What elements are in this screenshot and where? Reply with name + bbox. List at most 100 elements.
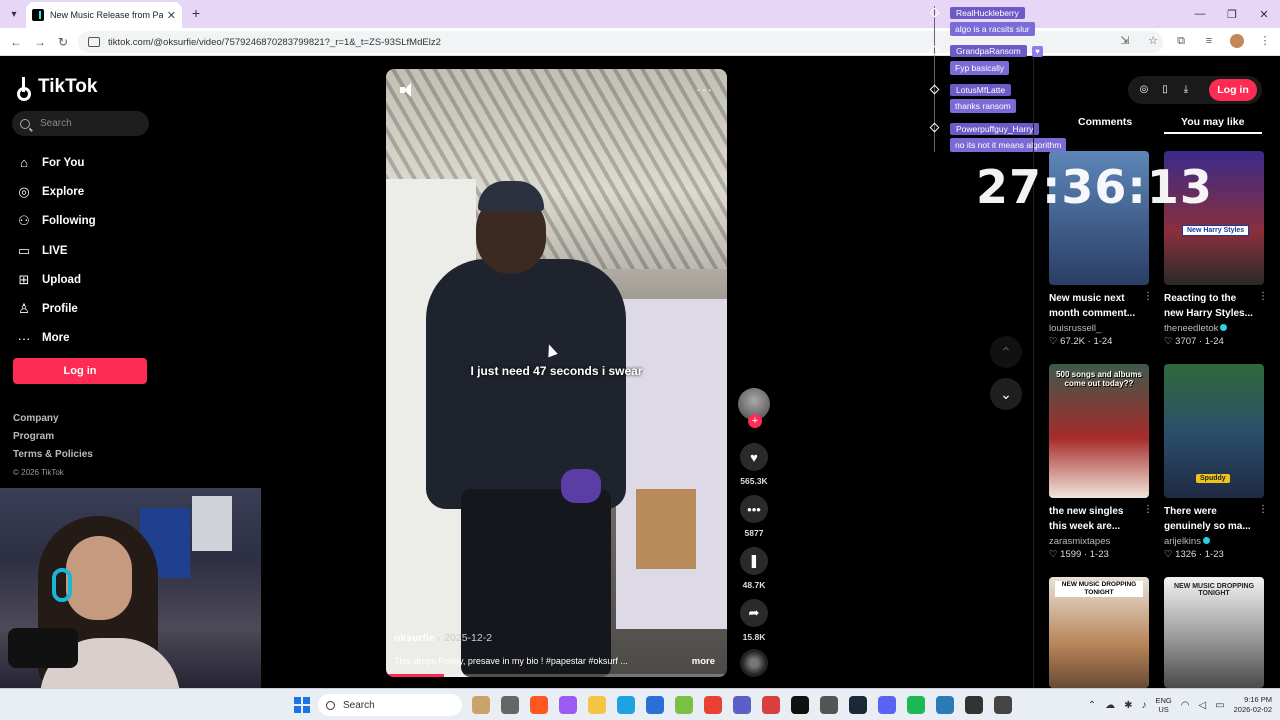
install-app-icon[interactable]: ⇲ bbox=[1118, 34, 1132, 48]
company-link[interactable]: Company bbox=[13, 412, 93, 430]
sidebar-item-explore[interactable]: ◎ Explore bbox=[16, 177, 96, 206]
volume-icon[interactable]: ◁ bbox=[1198, 700, 1206, 711]
close-tab-icon[interactable]: ✕ bbox=[167, 9, 176, 22]
music-disc-icon[interactable] bbox=[740, 649, 768, 677]
app-icon[interactable] bbox=[820, 696, 838, 714]
site-info-icon[interactable] bbox=[88, 37, 100, 47]
tab-list-icon[interactable]: ▾ bbox=[5, 5, 23, 23]
restore-icon[interactable]: ❐ bbox=[1216, 0, 1248, 28]
video-card[interactable]: NEW MUSIC DROPPING TONIGHT bbox=[1049, 577, 1149, 688]
search-box[interactable] bbox=[12, 111, 149, 136]
file-explorer-icon[interactable] bbox=[588, 696, 606, 714]
notes-icon[interactable] bbox=[936, 696, 954, 714]
terms-link[interactable]: Terms & Policies bbox=[13, 448, 93, 466]
card-menu-icon[interactable]: ⋮ bbox=[1143, 291, 1153, 302]
next-video-button[interactable]: ⌄ bbox=[990, 378, 1022, 410]
save-action[interactable]: ❚ 48.7K bbox=[738, 547, 770, 590]
app-icon[interactable] bbox=[762, 696, 780, 714]
video-thumbnail[interactable]: Spuddy bbox=[1164, 364, 1264, 498]
copilot-icon[interactable] bbox=[559, 696, 577, 714]
new-tab-button[interactable]: + bbox=[188, 5, 204, 21]
windows-start-icon[interactable] bbox=[294, 697, 310, 713]
volume-icon[interactable] bbox=[400, 83, 416, 97]
chevron-up-icon[interactable]: ⌃ bbox=[1088, 700, 1096, 711]
task-view-icon[interactable] bbox=[501, 696, 519, 714]
tab-you-may-like[interactable]: You may like bbox=[1181, 116, 1244, 128]
search-input[interactable] bbox=[40, 118, 140, 129]
video-player[interactable]: ··· I just need 47 seconds i swear oksur… bbox=[386, 69, 727, 677]
reload-icon[interactable]: ↻ bbox=[55, 34, 71, 50]
sidebar-item-profile[interactable]: ♙ Profile bbox=[16, 294, 96, 323]
chrome-icon[interactable] bbox=[704, 696, 722, 714]
card-author[interactable]: arijelkins bbox=[1164, 536, 1201, 547]
obs-icon[interactable] bbox=[965, 696, 983, 714]
teams-icon[interactable] bbox=[733, 696, 751, 714]
tiktok-app-icon[interactable] bbox=[791, 696, 809, 714]
video-card[interactable]: NEW MUSIC DROPPING TONIGHT bbox=[1164, 577, 1264, 688]
bluetooth-icon[interactable]: ✱ bbox=[1124, 700, 1132, 711]
login-button[interactable]: Log in bbox=[13, 358, 147, 384]
steam-icon[interactable] bbox=[849, 696, 867, 714]
brave-icon[interactable] bbox=[530, 696, 548, 714]
close-window-icon[interactable]: ✕ bbox=[1248, 0, 1280, 28]
spotify-icon[interactable] bbox=[907, 696, 925, 714]
forward-icon[interactable]: → bbox=[32, 34, 48, 50]
sidebar-item-more[interactable]: ··· More bbox=[16, 324, 96, 353]
video-author[interactable]: oksurfie bbox=[394, 632, 435, 644]
comment-action[interactable]: ••• 5877 bbox=[738, 495, 770, 538]
widgets-icon[interactable] bbox=[472, 696, 490, 714]
bookmark-icon[interactable]: ❚ bbox=[740, 547, 768, 575]
microphone-icon[interactable]: ♪ bbox=[1141, 700, 1146, 711]
phone-icon[interactable]: ▯ bbox=[1158, 83, 1172, 97]
video-thumbnail[interactable]: 500 songs and albums come out today?? bbox=[1049, 364, 1149, 498]
previous-video-button[interactable]: ⌃ bbox=[990, 336, 1022, 368]
author-avatar[interactable]: + bbox=[738, 388, 770, 428]
sidebar-item-following[interactable]: ⚇ Following bbox=[16, 207, 95, 236]
share-action[interactable]: ➦ 15.8K bbox=[738, 599, 770, 642]
card-menu-icon[interactable]: ⋮ bbox=[1143, 504, 1153, 515]
card-author[interactable]: zarasmixtapes bbox=[1049, 536, 1149, 547]
browser-tab[interactable]: New Music Release from Papestar ✕ bbox=[26, 2, 182, 28]
visual-studio-icon[interactable] bbox=[646, 696, 664, 714]
card-author[interactable]: louisrussell_ bbox=[1049, 323, 1149, 334]
minimize-icon[interactable]: — bbox=[1184, 0, 1216, 28]
back-icon[interactable]: ← bbox=[8, 34, 24, 50]
store-icon[interactable] bbox=[675, 696, 693, 714]
video-thumbnail[interactable]: NEW MUSIC DROPPING TONIGHT bbox=[1049, 577, 1149, 688]
share-icon[interactable]: ➦ bbox=[740, 599, 768, 627]
sidebar-item-for-you[interactable]: ⌂ For You bbox=[16, 148, 96, 177]
tab-comments[interactable]: Comments bbox=[1078, 116, 1132, 128]
sidebar-item-upload[interactable]: ⊞ Upload bbox=[16, 265, 96, 294]
follow-plus-icon[interactable]: + bbox=[748, 414, 762, 428]
video-thumbnail[interactable]: NEW MUSIC DROPPING TONIGHT bbox=[1164, 577, 1264, 688]
media-control-icon[interactable]: ≡ bbox=[1202, 34, 1216, 48]
discord-icon[interactable] bbox=[878, 696, 896, 714]
extensions-icon[interactable]: ⧉ bbox=[1174, 34, 1188, 48]
like-action[interactable]: ♥ 565.3K bbox=[738, 443, 770, 486]
program-link[interactable]: Program bbox=[13, 430, 93, 448]
clock[interactable]: 9:16 PM 2026-02-02 bbox=[1234, 695, 1272, 715]
sidebar-item-live[interactable]: ▭ LIVE bbox=[16, 236, 96, 265]
card-menu-icon[interactable]: ⋮ bbox=[1258, 504, 1268, 515]
onedrive-icon[interactable]: ☁ bbox=[1105, 700, 1115, 711]
card-menu-icon[interactable]: ⋮ bbox=[1258, 291, 1268, 302]
comment-icon[interactable]: ••• bbox=[740, 495, 768, 523]
heart-icon[interactable]: ♥ bbox=[740, 443, 768, 471]
language-indicator[interactable]: ENG US bbox=[1155, 696, 1171, 714]
battery-icon[interactable]: ▭ bbox=[1215, 700, 1224, 711]
taskbar-search[interactable]: Search bbox=[318, 694, 462, 716]
wifi-icon[interactable]: ◠ bbox=[1181, 700, 1190, 711]
tiktok-logo[interactable]: TikTok bbox=[16, 76, 97, 101]
edge-icon[interactable] bbox=[617, 696, 635, 714]
more-options-icon[interactable]: ··· bbox=[696, 81, 713, 97]
video-card[interactable]: Spuddy ⋮ There were genuinely so ma... a… bbox=[1164, 364, 1268, 560]
bookmark-star-icon[interactable]: ☆ bbox=[1146, 34, 1160, 48]
header-login-button[interactable]: Log in bbox=[1209, 79, 1257, 101]
video-progress-bar[interactable] bbox=[386, 674, 727, 677]
card-author[interactable]: theneedletok bbox=[1164, 323, 1218, 334]
download-icon[interactable]: ⤓ bbox=[1179, 83, 1193, 97]
more-link[interactable]: more bbox=[692, 656, 715, 667]
profile-avatar-icon[interactable] bbox=[1230, 34, 1244, 48]
app-icon[interactable] bbox=[994, 696, 1012, 714]
coins-icon[interactable]: ◎ bbox=[1137, 83, 1151, 97]
